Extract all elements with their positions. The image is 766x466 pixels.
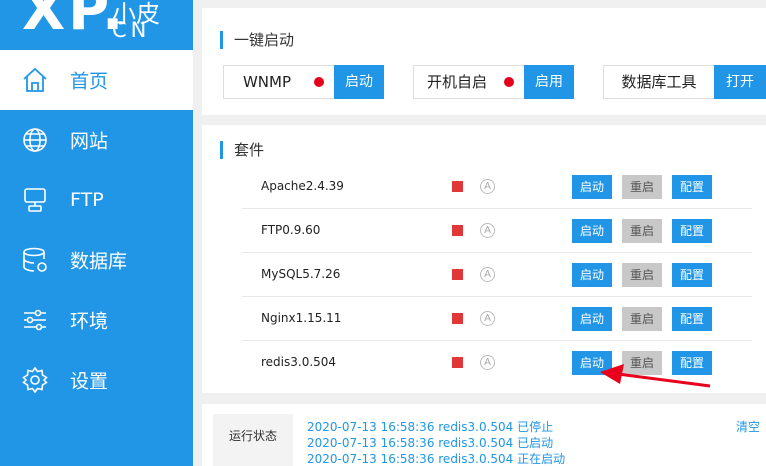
log-line: 2020-07-13 16:58:36 redis3.0.504 已停止 bbox=[307, 420, 554, 434]
autostart-icon[interactable]: A bbox=[480, 223, 495, 238]
sidebar-item-label: FTP bbox=[70, 189, 104, 211]
start-button[interactable]: 启动 bbox=[572, 263, 612, 287]
start-button[interactable]: 启动 bbox=[572, 351, 612, 375]
sidebar-item-ftp[interactable]: FTP bbox=[0, 170, 193, 230]
config-button[interactable]: 配置 bbox=[672, 175, 712, 199]
clear-log-button[interactable]: 清空 bbox=[736, 418, 760, 435]
status-indicator bbox=[452, 181, 463, 192]
status-indicator bbox=[452, 313, 463, 324]
quick-start-panel: 一键启动 WNMP 启动 开机自启 启用 数据库工具 打开 bbox=[202, 8, 766, 115]
table-row: redis3.0.504 A 启动 重启 配置 bbox=[242, 341, 752, 385]
sidebar: XP. 小皮 CN 首页 网站 FTP 数据库 环境 设置 bbox=[0, 0, 193, 466]
start-button[interactable]: 启动 bbox=[572, 307, 612, 331]
service-name: Apache2.4.39 bbox=[261, 179, 344, 193]
wnmp-label: WNMP bbox=[242, 73, 292, 91]
restart-button[interactable]: 重启 bbox=[622, 351, 662, 375]
db-tool-group: 数据库工具 打开 bbox=[603, 65, 766, 99]
autostart-group: 开机自启 启用 bbox=[413, 65, 574, 99]
service-name: MySQL5.7.26 bbox=[261, 267, 341, 281]
log-label: 运行状态 bbox=[229, 429, 278, 443]
wnmp-status-dot bbox=[314, 77, 324, 87]
server-icon bbox=[24, 188, 46, 212]
autostart-icon[interactable]: A bbox=[480, 311, 495, 326]
sidebar-item-label: 数据库 bbox=[70, 250, 128, 273]
autostart-icon[interactable]: A bbox=[480, 355, 495, 370]
wnmp-group: WNMP 启动 bbox=[223, 65, 384, 99]
status-indicator bbox=[452, 357, 463, 368]
restart-button[interactable]: 重启 bbox=[622, 263, 662, 287]
table-row: MySQL5.7.26 A 启动 重启 配置 bbox=[242, 253, 752, 297]
config-button[interactable]: 配置 bbox=[672, 307, 712, 331]
quick-start-title: 一键启动 bbox=[220, 31, 294, 49]
db-tool-label: 数据库工具 bbox=[621, 73, 697, 91]
suite-panel: 套件 Apache2.4.39 A 启动 重启 配置 FTP0.9.60 A 启… bbox=[202, 125, 766, 393]
sidebar-item-label: 网站 bbox=[70, 130, 109, 153]
restart-button[interactable]: 重启 bbox=[622, 219, 662, 243]
config-button[interactable]: 配置 bbox=[672, 263, 712, 287]
restart-button[interactable]: 重启 bbox=[622, 307, 662, 331]
sidebar-item-home[interactable]: 首页 bbox=[0, 50, 193, 110]
app-window: XP. 小皮 CN 首页 网站 FTP 数据库 环境 设置 一键启动 WNMP … bbox=[0, 0, 766, 466]
start-button[interactable]: 启动 bbox=[572, 175, 612, 199]
sidebar-item-label: 环境 bbox=[70, 310, 109, 333]
sidebar-item-website[interactable]: 网站 bbox=[0, 110, 193, 170]
config-button[interactable]: 配置 bbox=[672, 351, 712, 375]
sidebar-item-environment[interactable]: 环境 bbox=[0, 290, 193, 350]
autostart-status-dot bbox=[504, 77, 514, 87]
status-indicator bbox=[452, 225, 463, 236]
autostart-icon[interactable]: A bbox=[480, 267, 495, 282]
status-indicator bbox=[452, 269, 463, 280]
globe-icon bbox=[23, 128, 47, 152]
logo: XP. 小皮 CN bbox=[0, 0, 193, 48]
db-tool-open-button[interactable]: 打开 bbox=[714, 65, 766, 99]
sidebar-item-label: 首页 bbox=[70, 70, 109, 93]
start-button[interactable]: 启动 bbox=[572, 219, 612, 243]
table-row: FTP0.9.60 A 启动 重启 配置 bbox=[242, 209, 752, 253]
autostart-icon[interactable]: A bbox=[480, 179, 495, 194]
table-row: Nginx1.15.11 A 启动 重启 配置 bbox=[242, 297, 752, 341]
main-content: 一键启动 WNMP 启动 开机自启 启用 数据库工具 打开 套件 Apache2… bbox=[193, 0, 766, 466]
logo-domain-text: CN bbox=[112, 18, 151, 42]
logo-mark: XP. bbox=[22, 0, 127, 43]
sidebar-item-settings[interactable]: 设置 bbox=[0, 350, 193, 410]
autostart-enable-button[interactable]: 启用 bbox=[524, 65, 574, 99]
restart-button[interactable]: 重启 bbox=[622, 175, 662, 199]
home-icon bbox=[23, 67, 47, 92]
wnmp-start-button[interactable]: 启动 bbox=[334, 65, 384, 99]
service-name: redis3.0.504 bbox=[261, 355, 337, 369]
log-line: 2020-07-13 16:58:36 redis3.0.504 已启动 bbox=[307, 436, 554, 450]
table-row: Apache2.4.39 A 启动 重启 配置 bbox=[242, 165, 752, 209]
service-name: Nginx1.15.11 bbox=[261, 311, 342, 325]
database-icon bbox=[23, 247, 47, 272]
suite-title: 套件 bbox=[220, 141, 264, 159]
autostart-label: 开机自启 bbox=[426, 73, 487, 91]
config-button[interactable]: 配置 bbox=[672, 219, 712, 243]
log-line: 2020-07-13 16:58:36 redis3.0.504 正在启动 bbox=[307, 452, 566, 466]
service-name: FTP0.9.60 bbox=[261, 223, 321, 237]
gear-icon bbox=[22, 366, 48, 394]
sidebar-item-label: 设置 bbox=[70, 370, 109, 393]
sliders-icon bbox=[24, 309, 46, 331]
sidebar-item-database[interactable]: 数据库 bbox=[0, 230, 193, 290]
